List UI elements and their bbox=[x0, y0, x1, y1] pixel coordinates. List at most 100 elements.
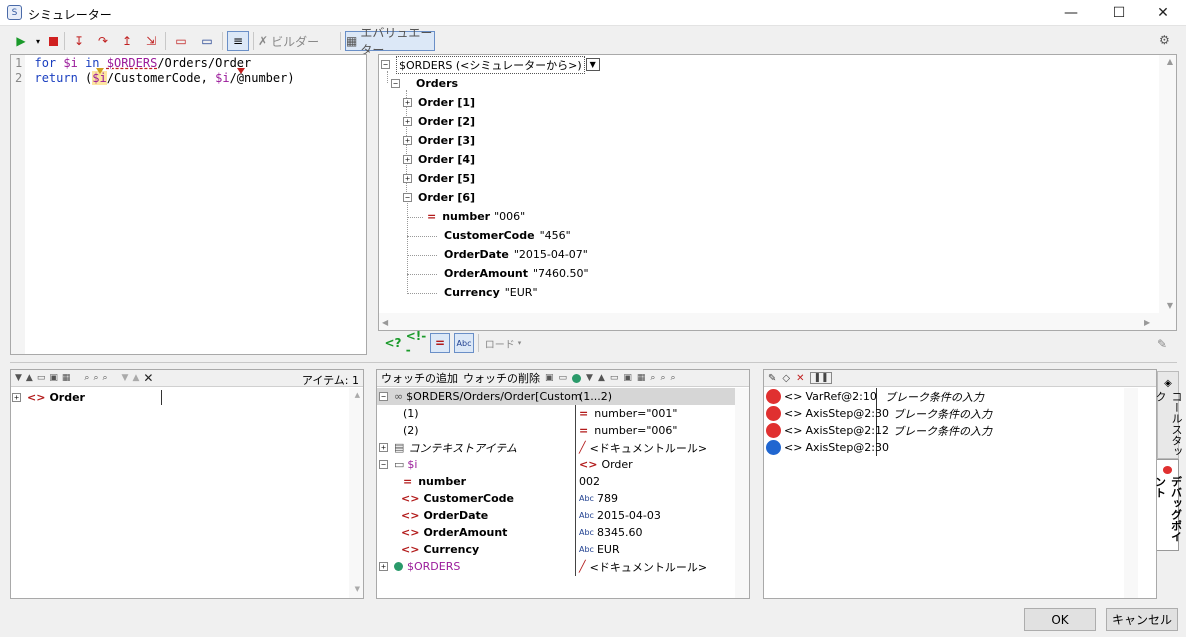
builder-button[interactable]: ✗ ビルダー bbox=[258, 31, 336, 51]
settings-icon[interactable]: ⚙ bbox=[1159, 33, 1170, 47]
watch-panel: ウォッチの追加 ウォッチの削除 ▣ ▭ ▼ ▲ ▭ ▣ ▦ ⌕ ⌕ ⌕ − ∞ $ORDERS… bbox=[376, 369, 750, 599]
maximize-button[interactable]: ☐ bbox=[1096, 0, 1142, 26]
line-number-gutter bbox=[11, 55, 25, 354]
find-prev-icon[interactable]: ⌕ bbox=[102, 373, 107, 383]
grid-icon[interactable]: ▦ bbox=[62, 373, 71, 383]
expand-all-icon[interactable]: ▼ bbox=[15, 373, 22, 383]
processing-instruction-icon[interactable]: <? bbox=[384, 333, 402, 353]
root-dropdown-icon[interactable]: ▼ bbox=[585, 58, 600, 71]
copy-icon[interactable]: ▭ bbox=[37, 373, 46, 383]
move-up-icon[interactable]: ▲ bbox=[132, 373, 139, 383]
breakpoint-tab-icon bbox=[1163, 466, 1172, 474]
evaluator-button[interactable]: ▦ エバリュエーター bbox=[345, 26, 435, 57]
tree-node-order[interactable]: + Order [1] bbox=[403, 93, 475, 112]
toggle-breakpoint-icon[interactable]: ▭ bbox=[170, 31, 192, 51]
add-watch-button[interactable]: ウォッチの追加 bbox=[381, 370, 458, 386]
find-prev-icon[interactable]: ⌕ bbox=[671, 373, 676, 383]
tree-node-order[interactable]: + Order [5] bbox=[403, 169, 475, 188]
globe-icon[interactable] bbox=[572, 373, 582, 383]
view-icon[interactable]: ▭ bbox=[559, 373, 568, 383]
horizontal-scrollbar[interactable] bbox=[379, 313, 1159, 330]
tree-node-order[interactable]: + Order [2] bbox=[403, 112, 475, 131]
find-next-icon[interactable]: ⌕ bbox=[93, 373, 98, 383]
scroll-left-icon[interactable]: ◀ bbox=[382, 318, 388, 327]
stop-icon[interactable] bbox=[48, 36, 58, 46]
copy-all-icon[interactable]: ▣ bbox=[623, 373, 632, 383]
title-bar: S シミュレーター — ☐ ✕ bbox=[0, 0, 1186, 26]
run-icon[interactable]: ▶ bbox=[12, 31, 30, 51]
export-icon[interactable]: ✎ bbox=[1157, 337, 1167, 351]
disable-breakpoint-icon[interactable]: ◇ bbox=[782, 373, 790, 384]
comment-icon[interactable]: <!-- bbox=[406, 329, 427, 357]
watch-icon: ∞ bbox=[394, 390, 404, 403]
scroll-right-icon[interactable]: ▶ bbox=[1144, 318, 1150, 327]
view-icon[interactable]: ▣ bbox=[545, 373, 554, 383]
watch-scrollbar[interactable] bbox=[735, 388, 749, 598]
tree-node-orders[interactable]: − Orders bbox=[391, 74, 458, 93]
pause-icon[interactable]: ❚❚ bbox=[810, 372, 832, 384]
tree-node-order[interactable]: + Order [3] bbox=[403, 131, 475, 150]
run-to-cursor-icon[interactable]: ⇲ bbox=[141, 31, 161, 51]
step-over-icon[interactable]: ↷ bbox=[93, 31, 113, 51]
scroll-down-icon[interactable]: ▼ bbox=[355, 585, 360, 593]
breakpoint-marker-icon bbox=[237, 68, 245, 74]
copy-all-icon[interactable]: ▣ bbox=[49, 373, 58, 383]
chevron-icon: <> bbox=[784, 407, 803, 420]
step-into-icon[interactable]: ↧ bbox=[69, 31, 89, 51]
breakpoints-panel: ✎ ◇ ✕ ❚❚ <> VarRef@2:10 ブレーク条件の入力 <> AxisSt… bbox=[763, 369, 1157, 599]
breakpoint-dot-icon bbox=[766, 406, 781, 421]
text-view-icon[interactable]: ≡ bbox=[227, 31, 249, 51]
chevron-icon: <> bbox=[784, 390, 803, 403]
collapse-all-icon[interactable]: ▲ bbox=[26, 373, 33, 383]
splitter[interactable] bbox=[10, 362, 1177, 363]
tree-node-order[interactable]: + Order [4] bbox=[403, 150, 475, 169]
tab-callstack[interactable]: ◈ コールスタック bbox=[1154, 371, 1183, 459]
edit-breakpoint-icon[interactable]: ✎ bbox=[768, 373, 776, 384]
cancel-button[interactable]: キャンセル bbox=[1106, 608, 1178, 631]
context-panel: ▼ ▲ ▭ ▣ ▦ ⌕ ⌕ ⌕ ▼ ▲ ✕ アイテム: 1 + <> Order ▲ ▼ bbox=[10, 369, 364, 599]
attribute-number[interactable]: = number "006" bbox=[427, 207, 525, 226]
copy-icon[interactable]: ▭ bbox=[610, 373, 619, 383]
element-currency[interactable]: Currency "EUR" bbox=[444, 283, 538, 302]
line-1: 1 for $i in $ORDERS/Orders/Order bbox=[15, 56, 251, 71]
expand-all-icon[interactable]: ▼ bbox=[586, 373, 593, 383]
toggle-tracepoint-icon[interactable]: ▭ bbox=[196, 31, 218, 51]
run-dropdown-icon[interactable]: ▾ bbox=[34, 31, 42, 51]
delete-icon[interactable]: ✕ bbox=[143, 371, 153, 385]
breakpoint-scrollbar[interactable] bbox=[1124, 388, 1138, 598]
attribute-toggle-icon[interactable]: = bbox=[430, 333, 450, 353]
grid-icon[interactable]: ▦ bbox=[637, 373, 646, 383]
watch-row[interactable]: + $ORDERS bbox=[379, 557, 460, 576]
main-toolbar: ▶ ▾ ↧ ↷ ↥ ⇲ ▭ ▭ ≡ ✗ ビルダー ▦ エバリュエーター bbox=[12, 26, 435, 57]
element-orderamount[interactable]: OrderAmount "7460.50" bbox=[444, 264, 589, 283]
find-next-icon[interactable]: ⌕ bbox=[660, 373, 665, 383]
collapse-all-icon[interactable]: ▲ bbox=[598, 373, 605, 383]
step-out-icon[interactable]: ↥ bbox=[117, 31, 137, 51]
minimize-button[interactable]: — bbox=[1048, 0, 1094, 26]
context-scrollbar[interactable] bbox=[349, 388, 363, 598]
tab-breakpoints[interactable]: デバッグポイント bbox=[1154, 459, 1183, 551]
result-root[interactable]: − $ORDERS (<シミュレーターから>) ▼ bbox=[381, 55, 600, 74]
scroll-up-icon[interactable]: ▲ bbox=[355, 391, 360, 399]
tree-node-order[interactable]: − Order [6] bbox=[403, 188, 475, 207]
breakpoint-row[interactable]: <> AxisStep@2:30 bbox=[766, 438, 889, 457]
load-button[interactable]: ロード ▾ bbox=[483, 333, 523, 353]
ok-button[interactable]: OK bbox=[1024, 608, 1096, 631]
remove-breakpoint-icon[interactable]: ✕ bbox=[796, 373, 804, 384]
text-toggle-icon[interactable]: Abc bbox=[454, 333, 474, 353]
breakpoint-dot-icon bbox=[766, 423, 781, 438]
expression-editor[interactable]: 1 for $i in $ORDERS/Orders/Order 2 retur… bbox=[10, 54, 367, 355]
scroll-up-icon[interactable]: ▲ bbox=[1167, 57, 1173, 66]
scroll-down-icon[interactable]: ▼ bbox=[1167, 301, 1173, 310]
context-item-order[interactable]: + <> Order bbox=[12, 388, 85, 407]
vertical-scrollbar[interactable] bbox=[1159, 55, 1176, 330]
find-icon[interactable]: ⌕ bbox=[84, 373, 89, 383]
line-1-code[interactable]: for $i in $ORDERS/Orders/Order bbox=[34, 56, 251, 70]
find-icon[interactable]: ⌕ bbox=[650, 373, 655, 383]
remove-watch-button[interactable]: ウォッチの削除 bbox=[463, 370, 540, 386]
move-down-icon[interactable]: ▼ bbox=[122, 373, 129, 383]
close-button[interactable]: ✕ bbox=[1140, 0, 1186, 26]
element-orderdate[interactable]: OrderDate "2015-04-07" bbox=[444, 245, 588, 264]
line-2-code[interactable]: return ($i/CustomerCode, $i/@number) bbox=[34, 71, 295, 85]
element-customercode[interactable]: CustomerCode "456" bbox=[444, 226, 571, 245]
